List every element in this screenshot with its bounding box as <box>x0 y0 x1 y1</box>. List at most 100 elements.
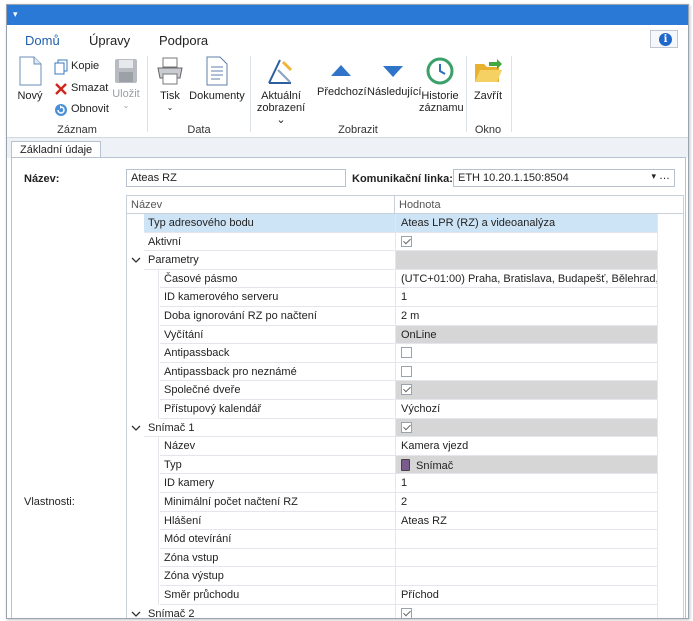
help-button[interactable]: i <box>650 30 678 48</box>
property-row[interactable]: ID kamerového serveru 1 <box>127 288 683 307</box>
chevron-down-icon[interactable] <box>131 423 141 433</box>
property-row[interactable]: Název Kamera vjezd <box>127 437 683 456</box>
property-grid: Název Hodnota Typ adresového bodu Ateas L… <box>126 195 684 618</box>
checkbox[interactable] <box>401 365 412 377</box>
refresh-button[interactable]: Obnovit <box>53 102 113 118</box>
property-value-text: Ateas LPR (RZ) a videoanalýza <box>401 217 556 229</box>
property-row[interactable]: Snímač 2 <box>127 604 683 618</box>
property-value-text: (UTC+01:00) Praha, Bratislava, Budapešť,… <box>401 272 657 285</box>
property-value[interactable] <box>395 548 657 568</box>
property-value[interactable] <box>395 604 657 618</box>
property-value[interactable] <box>395 362 657 382</box>
print-button-label: Tisk <box>160 90 180 102</box>
next-button[interactable]: Následující <box>367 60 422 98</box>
property-value[interactable]: Příchod <box>395 586 657 605</box>
property-value[interactable]: (UTC+01:00) Praha, Bratislava, Budapešť,… <box>395 269 657 289</box>
title-bar: ▾ <box>7 5 688 25</box>
property-value[interactable]: Ateas LPR (RZ) a videoanalýza <box>395 214 657 233</box>
column-header-hodnota[interactable]: Hodnota <box>399 199 441 211</box>
row-indent <box>127 381 143 400</box>
row-indent <box>143 455 159 475</box>
chevron-down-icon[interactable]: ▾ <box>651 171 656 182</box>
property-value[interactable] <box>395 381 657 400</box>
close-button[interactable]: Zavřít <box>471 56 505 102</box>
property-row[interactable]: Aktivní <box>127 232 683 252</box>
property-row[interactable]: Vyčítání OnLine <box>127 325 683 345</box>
property-row[interactable]: Hlášení Ateas RZ <box>127 511 683 531</box>
property-name: Hlášení <box>160 512 395 531</box>
row-indent <box>127 511 143 531</box>
checkbox[interactable] <box>401 607 412 618</box>
new-document-icon <box>19 56 42 86</box>
property-name: Antipassback pro neznámé <box>160 363 395 382</box>
property-value[interactable] <box>395 530 657 549</box>
documents-button[interactable]: Dokumenty <box>189 56 245 102</box>
delete-button[interactable]: Smazat <box>53 81 113 97</box>
property-value-text: 2 <box>401 496 408 508</box>
copy-button[interactable]: Kopie <box>53 59 113 75</box>
nazev-input[interactable]: Ateas RZ <box>126 169 346 187</box>
quick-access-dropdown-icon[interactable]: ▾ <box>13 10 18 19</box>
property-row[interactable]: Zóna výstup <box>127 567 683 586</box>
property-row[interactable]: Časové pásmo (UTC+01:00) Praha, Bratislav… <box>127 269 683 289</box>
property-row[interactable]: Parametry <box>127 251 683 270</box>
property-row[interactable]: Antipassback <box>127 344 683 363</box>
property-value[interactable]: Výchozí <box>395 400 657 419</box>
linka-select[interactable]: ETH 10.20.1.150:8504 ▾ … <box>453 169 675 187</box>
chevron-down-icon[interactable] <box>131 609 141 618</box>
property-value[interactable] <box>395 418 657 438</box>
property-value[interactable]: 1 <box>395 288 657 307</box>
new-button[interactable]: Nový <box>13 56 47 102</box>
tab-domu[interactable]: Domů <box>25 33 60 52</box>
property-name: Zóna výstup <box>160 567 395 586</box>
ellipsis-icon[interactable]: … <box>659 170 670 182</box>
next-button-label: Následující <box>367 86 422 98</box>
property-row[interactable]: Mód otevírání <box>127 530 683 549</box>
property-row[interactable]: Antipassback pro neznámé <box>127 362 683 382</box>
property-row[interactable]: Typ Snímač <box>127 455 683 475</box>
history-button[interactable]: Historie záznamu <box>419 56 464 114</box>
property-value[interactable]: 1 <box>395 474 657 493</box>
property-value[interactable] <box>395 567 657 586</box>
property-row[interactable]: ID kamery 1 <box>127 474 683 493</box>
property-value-text: Ateas RZ <box>401 514 447 527</box>
property-row[interactable]: Směr průchodu Příchod <box>127 586 683 605</box>
property-value[interactable]: Ateas RZ <box>395 511 657 531</box>
checkbox[interactable] <box>401 421 412 433</box>
tab-upravy[interactable]: Úpravy <box>89 33 130 48</box>
property-row[interactable]: Zóna vstup <box>127 548 683 568</box>
current-view-label-2: zobrazení ⌄ <box>256 102 306 126</box>
reader-icon <box>401 458 410 471</box>
checkbox[interactable] <box>401 235 412 247</box>
form-panel: Název: Ateas RZ Komunikační linka: ETH 1… <box>11 157 686 618</box>
design-view-icon <box>268 59 292 84</box>
property-value[interactable] <box>395 232 657 252</box>
row-indent <box>127 548 143 568</box>
checkbox[interactable] <box>401 384 412 396</box>
property-name: Vyčítání <box>160 326 395 345</box>
property-value[interactable] <box>395 251 657 270</box>
property-value[interactable]: 2 <box>395 493 657 512</box>
property-row[interactable]: Minimální počet načtení RZ 2 <box>127 493 683 512</box>
property-value[interactable]: Snímač <box>395 455 657 475</box>
chevron-down-icon[interactable] <box>131 255 141 265</box>
property-row[interactable]: Snímač 1 <box>127 418 683 438</box>
column-header-nazev[interactable]: Název <box>131 199 162 211</box>
row-indent <box>127 567 143 586</box>
property-value[interactable]: 2 m <box>395 307 657 326</box>
save-button[interactable]: Uložit ⌄ <box>111 58 141 112</box>
property-row[interactable]: Typ adresového bodu Ateas LPR (RZ) a vide… <box>127 214 683 233</box>
property-value[interactable] <box>395 344 657 363</box>
checkbox[interactable] <box>401 347 412 359</box>
tab-podpora[interactable]: Podpora <box>159 33 208 48</box>
property-name: Aktivní <box>144 233 395 252</box>
print-button[interactable]: Tisk ⌄ <box>153 56 187 114</box>
property-row[interactable]: Přístupový kalendář Výchozí <box>127 400 683 419</box>
property-row[interactable]: Společné dveře <box>127 381 683 400</box>
property-value[interactable]: Kamera vjezd <box>395 437 657 456</box>
linka-value: ETH 10.20.1.150:8504 <box>458 172 569 184</box>
previous-button[interactable]: Předchozí <box>317 60 367 98</box>
property-row[interactable]: Doba ignorování RZ po načtení 2 m <box>127 307 683 326</box>
property-value[interactable]: OnLine <box>395 325 657 345</box>
current-view-button[interactable]: Aktuální zobrazení ⌄ <box>253 56 309 126</box>
